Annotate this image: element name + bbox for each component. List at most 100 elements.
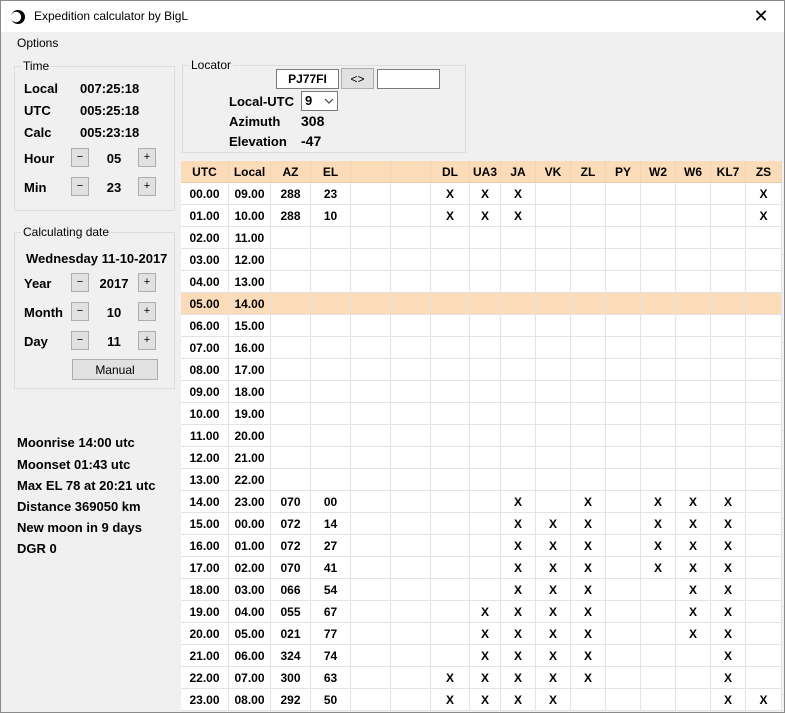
table-cell [351,205,391,227]
local-utc-select[interactable]: 9 [301,91,338,111]
table-cell: 67 [311,601,351,623]
table-cell [470,271,501,293]
table-cell [470,227,501,249]
table-row[interactable]: 00.00 09.00 288 23 X X X X [181,183,782,205]
table-cell: 22.00 [229,469,271,491]
table-row[interactable]: 20.00 05.00 021 77 X X X X X X [181,623,782,645]
table-row[interactable]: 01.00 10.00 288 10 X X X X [181,205,782,227]
table-cell: X [676,513,711,535]
table-row[interactable]: 14.00 23.00 070 00 X X X X X [181,491,782,513]
table-row[interactable]: 11.00 20.00 [181,425,782,447]
hour-decrement-button[interactable]: − [71,148,89,167]
table-cell: 18.00 [181,579,229,601]
day-decrement-button[interactable]: − [71,331,89,350]
table-row[interactable]: 18.00 03.00 066 54 X X X X X [181,579,782,601]
table-cell [606,337,641,359]
table-cell: 13.00 [181,469,229,491]
table-cell [431,315,470,337]
table-row[interactable]: 05.00 14.00 [181,293,782,315]
locator-input[interactable]: PJ77FI [276,69,339,89]
table-row[interactable]: 10.00 19.00 [181,403,782,425]
min-label: Min [24,180,47,195]
table-cell [571,447,606,469]
table-cell [571,271,606,293]
table-cell [676,227,711,249]
table-row[interactable]: 02.00 11.00 [181,227,782,249]
table-cell [711,293,746,315]
table-cell: 324 [271,645,311,667]
azimuth-label: Azimuth [229,114,281,129]
table-cell [271,293,311,315]
table-cell [641,623,676,645]
table-row[interactable]: 03.00 12.00 [181,249,782,271]
table-cell [536,315,571,337]
table-cell [431,249,470,271]
table-row[interactable]: 21.00 06.00 324 74 X X X X X [181,645,782,667]
minus-icon: − [76,151,84,163]
day-increment-button[interactable]: + [138,331,156,350]
plus-icon: + [143,334,151,346]
table-cell [431,535,470,557]
table-cell [391,337,431,359]
table-cell [351,645,391,667]
menu-options[interactable]: Options [11,36,64,50]
table-cell [641,381,676,403]
min-decrement-button[interactable]: − [71,177,89,196]
table-cell [606,205,641,227]
table-cell [676,447,711,469]
table-cell: X [571,513,606,535]
table-cell [746,579,782,601]
month-increment-button[interactable]: + [138,302,156,321]
table-row[interactable]: 08.00 17.00 [181,359,782,381]
year-decrement-button[interactable]: − [71,273,89,292]
table-cell: X [501,205,536,227]
table-cell [501,293,536,315]
column-header: ZS [746,161,782,183]
year-increment-button[interactable]: + [138,273,156,292]
table-row[interactable]: 12.00 21.00 [181,447,782,469]
table-cell: X [641,557,676,579]
table-row[interactable]: 04.00 13.00 [181,271,782,293]
manual-button[interactable]: Manual [72,359,158,380]
table-row[interactable]: 23.00 08.00 292 50 X X X X X X [181,689,782,711]
table-row[interactable]: 13.00 22.00 [181,469,782,491]
table-cell [501,447,536,469]
close-button[interactable]: ✕ [738,1,784,32]
moonset-text: Moonset 01:43 utc [17,457,131,472]
table-row[interactable]: 06.00 15.00 [181,315,782,337]
table-row[interactable]: 19.00 04.00 055 67 X X X X X X [181,601,782,623]
table-cell [536,337,571,359]
min-increment-button[interactable]: + [138,177,156,196]
column-header: UTC [181,161,229,183]
table-cell [271,227,311,249]
local-time-label: Local [24,81,58,96]
table-cell [501,403,536,425]
table-row[interactable]: 07.00 16.00 [181,337,782,359]
table-row[interactable]: 09.00 18.00 [181,381,782,403]
hour-increment-button[interactable]: + [138,148,156,167]
table-cell [641,667,676,689]
second-locator-input[interactable] [377,69,440,89]
table-cell: X [501,513,536,535]
table-cell [606,359,641,381]
month-decrement-button[interactable]: − [71,302,89,321]
table-cell: X [536,689,571,711]
table-cell [571,359,606,381]
table-cell [311,315,351,337]
table-cell [606,183,641,205]
table-cell: 19.00 [229,403,271,425]
table-cell [536,425,571,447]
propagation-grid[interactable]: UTC Local AZ EL DL UA3 JA VK ZL PY W2 W6 KL7 ZS 00.00 0… [181,161,782,711]
table-cell [391,315,431,337]
table-cell: 070 [271,491,311,513]
table-row[interactable]: 17.00 02.00 070 41 X X X X X X [181,557,782,579]
table-cell: 04.00 [181,271,229,293]
table-row[interactable]: 16.00 01.00 072 27 X X X X X X [181,535,782,557]
table-row[interactable]: 15.00 00.00 072 14 X X X X X X [181,513,782,535]
swap-button[interactable]: <> [341,68,374,89]
table-cell [536,205,571,227]
table-cell [641,645,676,667]
table-row[interactable]: 22.00 07.00 300 63 X X X X X X [181,667,782,689]
table-cell: X [536,601,571,623]
column-header: PY [606,161,641,183]
